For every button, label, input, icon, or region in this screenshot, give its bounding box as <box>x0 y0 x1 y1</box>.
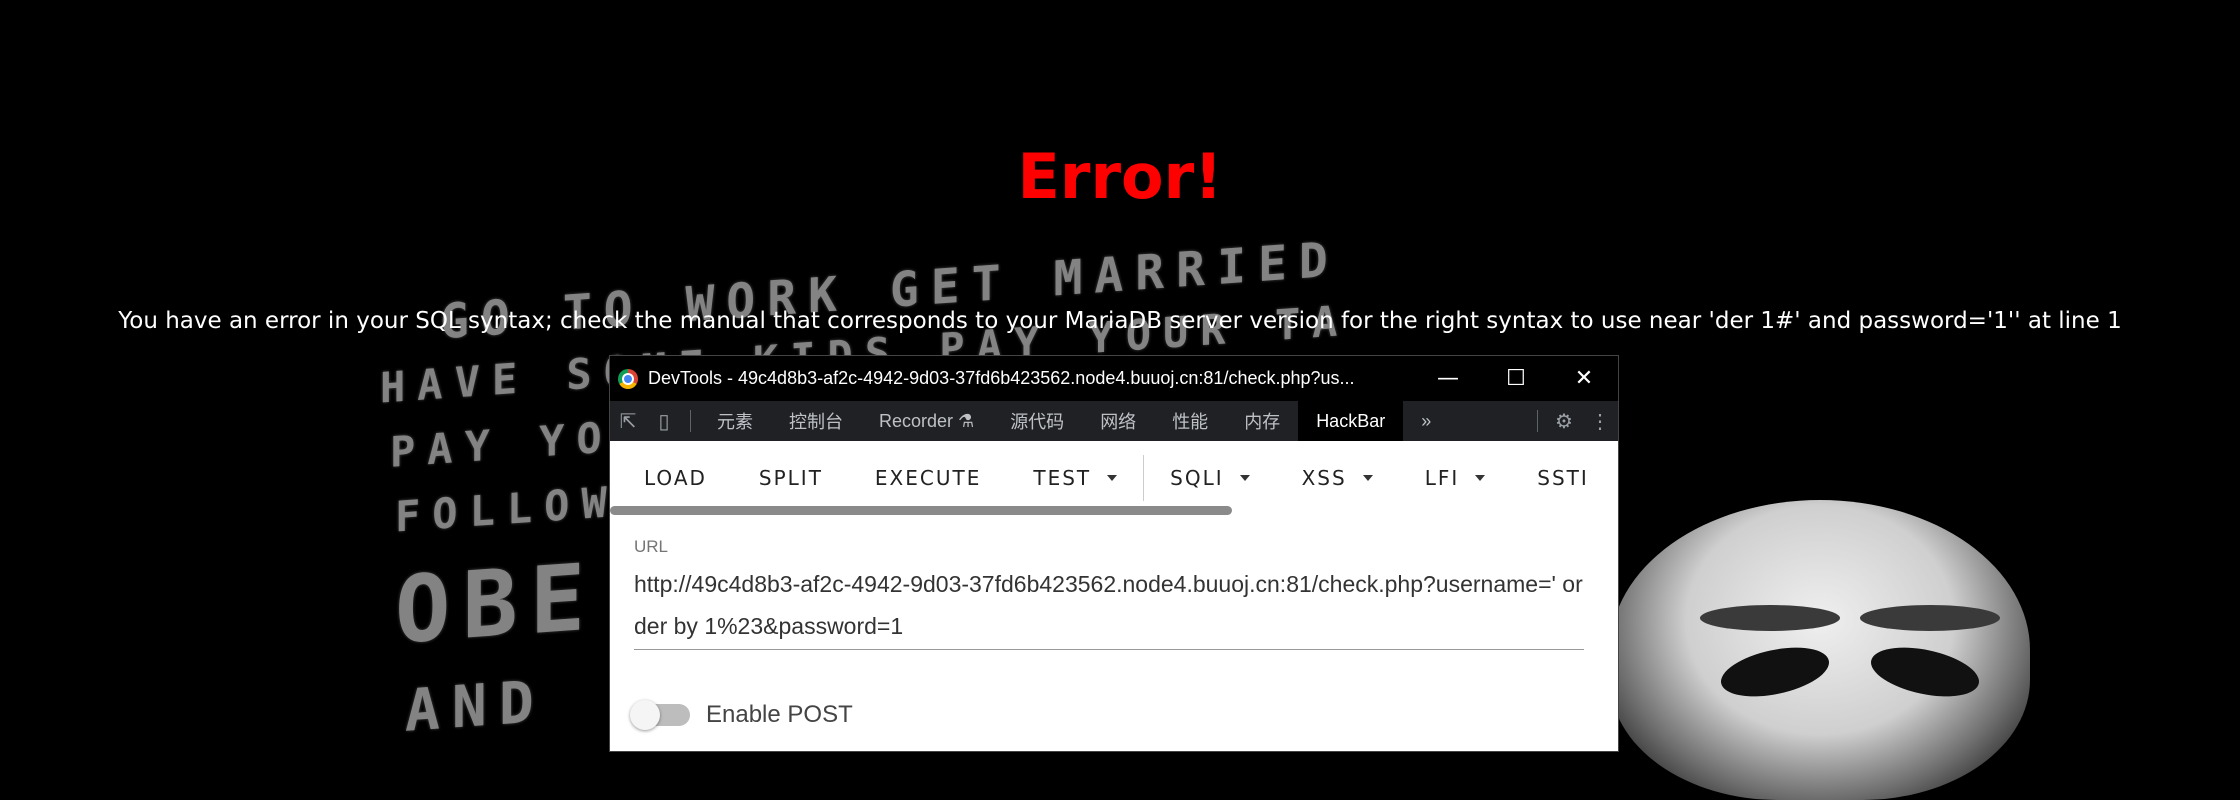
bg-text: FOLLOW <box>395 476 619 542</box>
enable-post-toggle[interactable] <box>630 700 690 730</box>
mask-image <box>1610 500 2030 800</box>
sqli-dropdown[interactable]: SQLI <box>1144 441 1275 515</box>
load-button[interactable]: LOAD <box>618 441 733 515</box>
devtools-titlebar[interactable]: DevTools - 49c4d8b3-af2c-4942-9d03-37fd6… <box>610 356 1618 401</box>
enable-post-label: Enable POST <box>706 701 853 728</box>
tab-console[interactable]: 控制台 <box>771 401 861 441</box>
mask-brow <box>1860 605 2000 631</box>
inspect-element-icon[interactable]: ⇱ <box>610 401 646 441</box>
lfi-dropdown[interactable]: LFI <box>1399 441 1512 515</box>
caret-down-icon <box>1239 475 1250 481</box>
bg-text: OBE <box>395 543 598 665</box>
xss-label: XSS <box>1301 466 1347 490</box>
url-section: URL http://49c4d8b3-af2c-4942-9d03-37fd6… <box>610 515 1618 650</box>
kebab-menu-icon[interactable]: ⋮ <box>1582 401 1618 441</box>
maximize-icon[interactable]: ☐ <box>1482 356 1550 401</box>
more-tabs-icon[interactable]: » <box>1403 401 1449 441</box>
device-toolbar-icon[interactable]: ▯ <box>646 401 682 441</box>
tab-sources[interactable]: 源代码 <box>992 401 1082 441</box>
error-message: You have an error in your SQL syntax; ch… <box>118 308 2122 334</box>
error-title: Error! <box>1017 140 1223 213</box>
ssti-dropdown[interactable]: SSTI <box>1511 441 1615 515</box>
divider <box>1537 410 1538 432</box>
bg-text: AND <box>405 666 546 745</box>
tab-elements[interactable]: 元素 <box>699 401 771 441</box>
tab-memory[interactable]: 内存 <box>1226 401 1298 441</box>
xss-dropdown[interactable]: XSS <box>1276 441 1399 515</box>
url-label: URL <box>634 537 669 556</box>
execute-button[interactable]: EXECUTE <box>849 441 1007 515</box>
mask-brow <box>1700 605 1840 631</box>
toggle-knob <box>630 700 660 730</box>
lfi-label: LFI <box>1424 466 1460 490</box>
test-label: TEST <box>1033 466 1092 490</box>
minimize-icon[interactable]: — <box>1414 356 1482 401</box>
caret-down-icon <box>1362 475 1373 481</box>
tab-hackbar[interactable]: HackBar <box>1298 401 1404 441</box>
devtools-window: DevTools - 49c4d8b3-af2c-4942-9d03-37fd6… <box>610 356 1618 751</box>
url-input[interactable]: http://49c4d8b3-af2c-4942-9d03-37fd6b423… <box>634 563 1584 650</box>
sqli-label: SQLI <box>1170 466 1224 490</box>
enable-post-row: Enable POST <box>630 700 853 730</box>
tab-performance[interactable]: 性能 <box>1154 401 1226 441</box>
close-icon[interactable]: ✕ <box>1550 356 1618 401</box>
devtools-tabbar: ⇱ ▯ 元素 控制台 Recorder ⚗ 源代码 网络 性能 内存 HackB… <box>610 401 1618 441</box>
window-title: DevTools - 49c4d8b3-af2c-4942-9d03-37fd6… <box>648 368 1355 388</box>
tab-recorder[interactable]: Recorder ⚗ <box>861 401 992 441</box>
split-button[interactable]: SPLIT <box>733 441 849 515</box>
caret-down-icon <box>1475 475 1486 481</box>
horizontal-scrollbar[interactable] <box>610 506 1232 515</box>
test-dropdown[interactable]: TEST <box>1007 441 1143 515</box>
tab-network[interactable]: 网络 <box>1082 401 1154 441</box>
hackbar-toolbar: LOAD SPLIT EXECUTE TEST SQLI XSS LFI SST… <box>610 441 1618 515</box>
tab-recorder-label: Recorder <box>879 410 954 431</box>
flask-icon: ⚗ <box>958 410 975 431</box>
gear-icon[interactable]: ⚙ <box>1546 401 1582 441</box>
chrome-icon <box>618 368 638 389</box>
divider <box>690 410 691 432</box>
caret-down-icon <box>1107 475 1118 481</box>
